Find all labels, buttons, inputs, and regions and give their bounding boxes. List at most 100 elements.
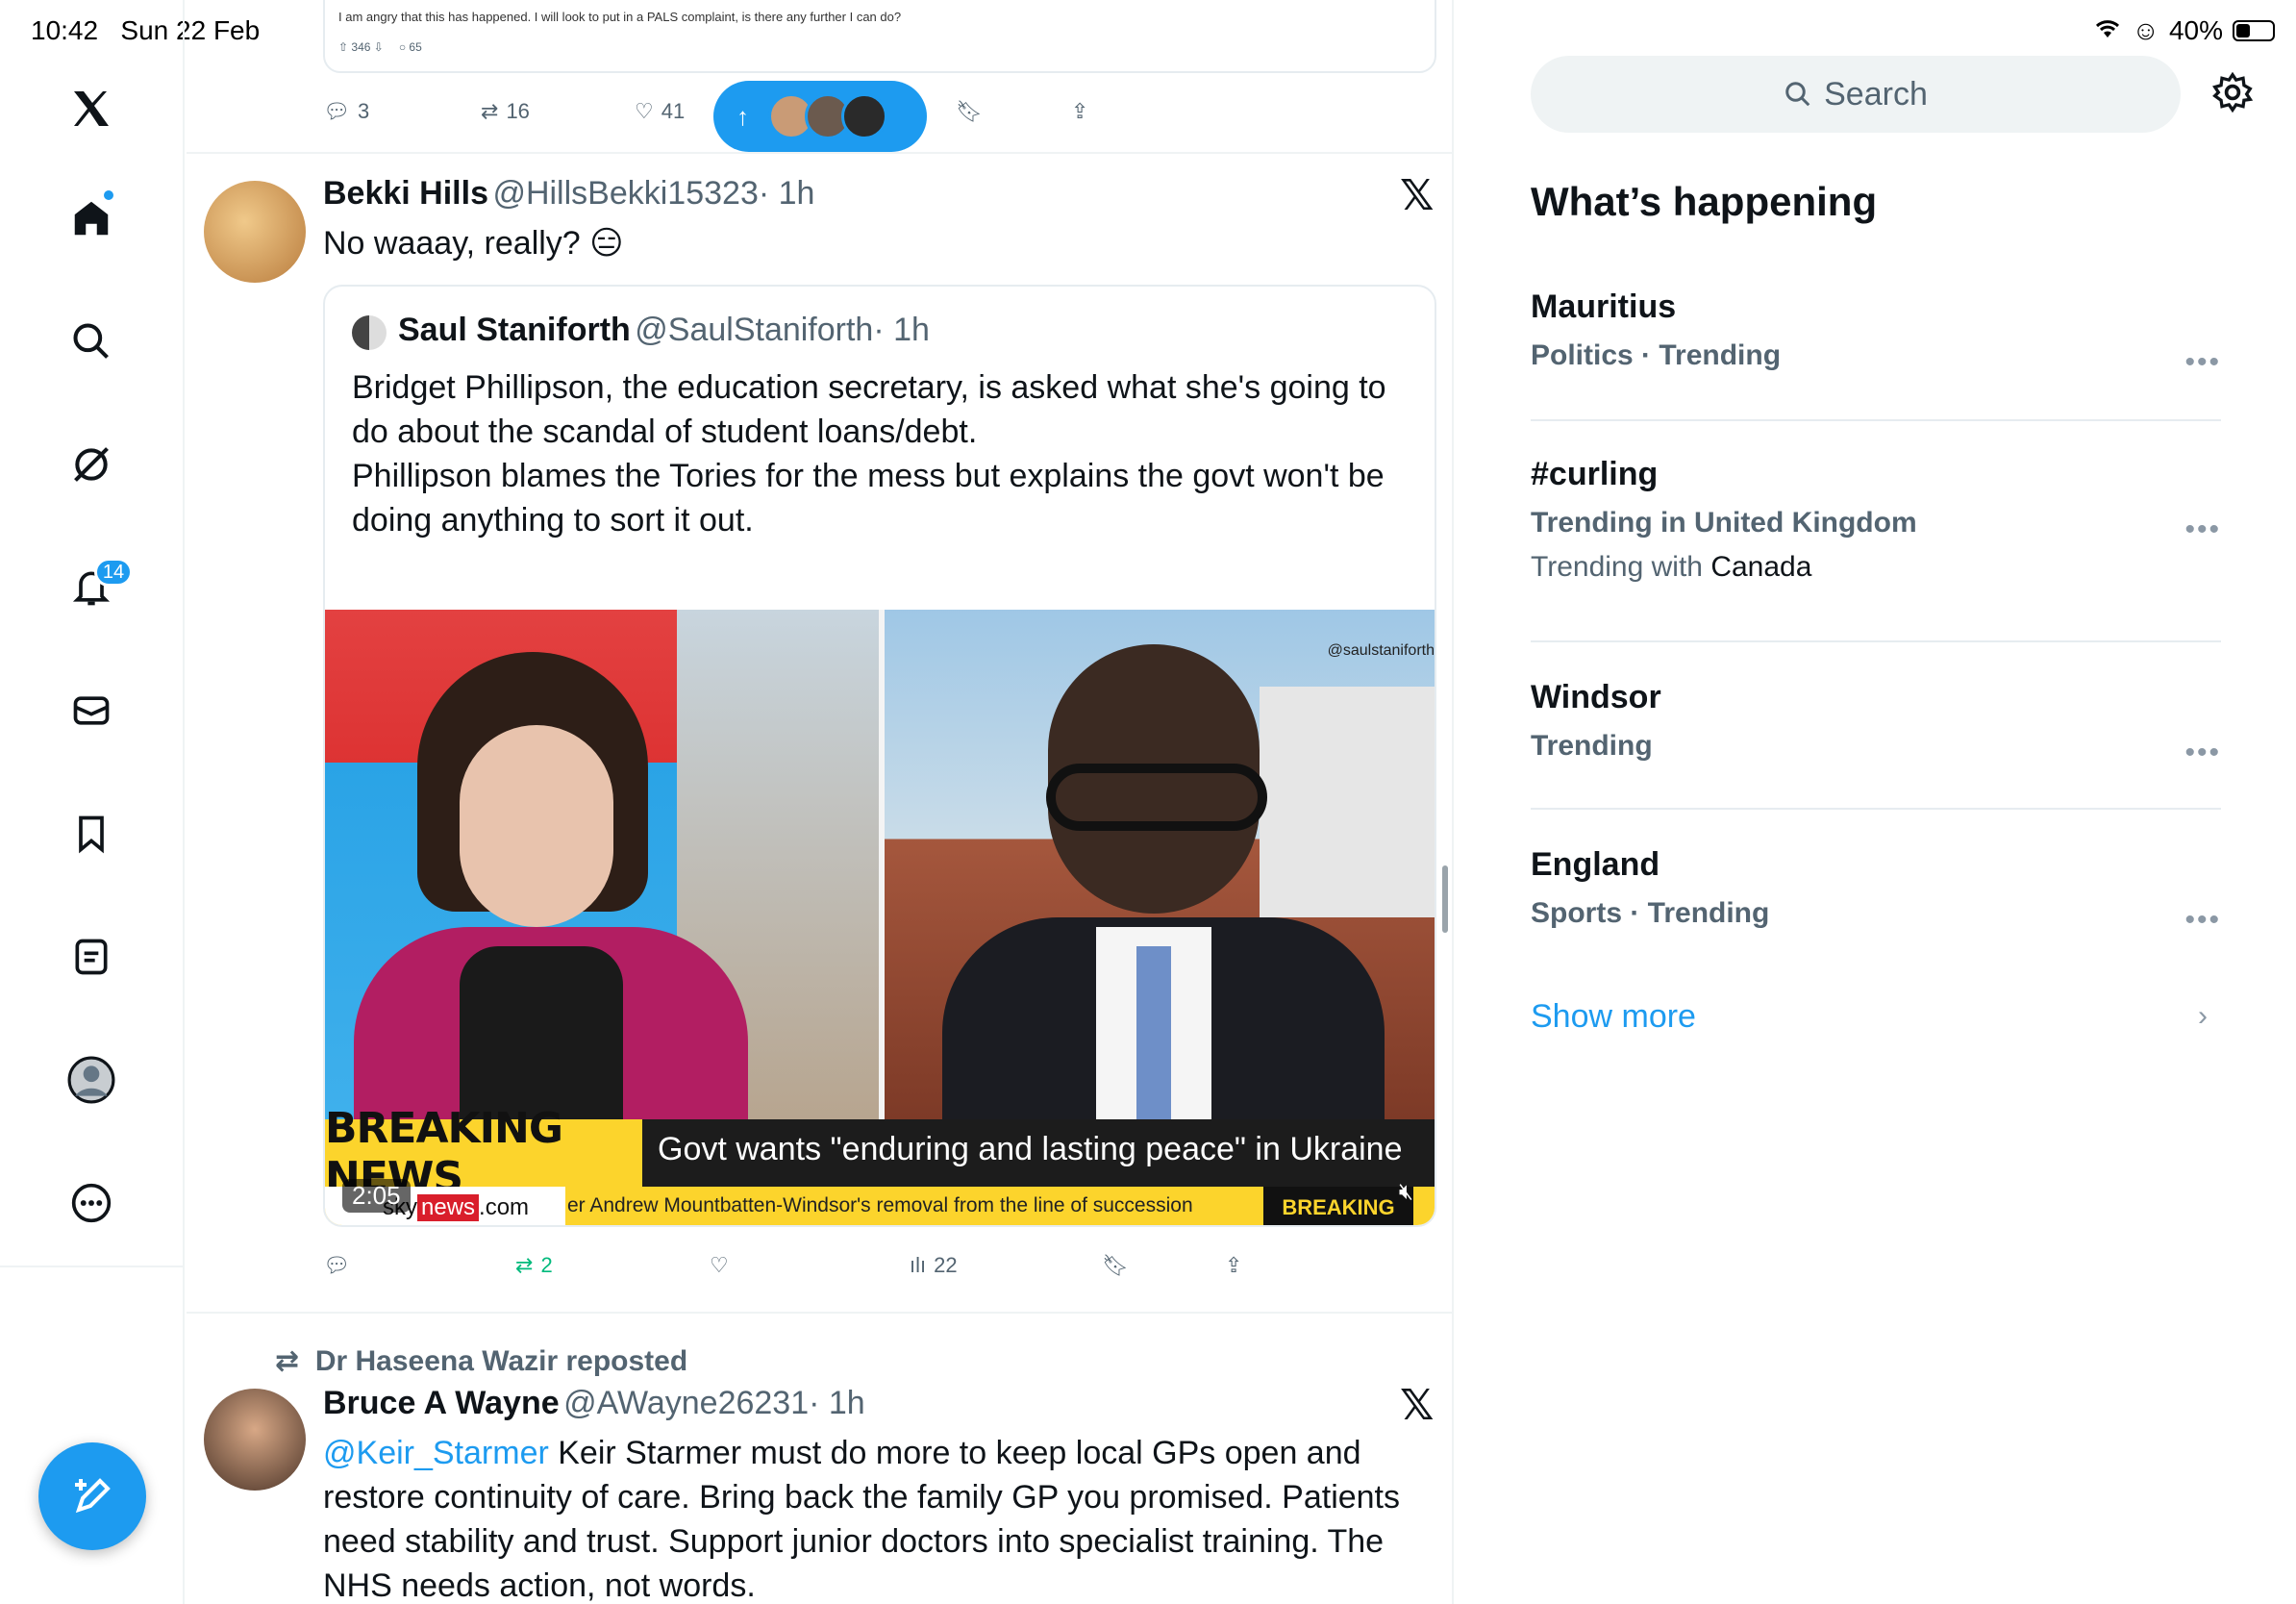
nav-divider: [0, 1266, 185, 1267]
display-name[interactable]: Bruce A Wayne: [323, 1385, 560, 1421]
trend-divider: [1531, 808, 2221, 810]
gear-icon: [2212, 71, 2254, 113]
more-options-icon[interactable]: •••: [2184, 514, 2221, 546]
quoted-tweet[interactable]: Saul Staniforth @SaulStaniforth· 1h Brid…: [323, 285, 1436, 1227]
chevron-right-icon: ›: [2198, 1000, 2208, 1032]
trend-title: Mauritius: [1531, 288, 1677, 325]
repost-label[interactable]: Dr Haseena Wazir reposted: [315, 1345, 687, 1377]
heart-icon: ♡: [635, 99, 654, 123]
video-frame-right: @saulstaniforth: [885, 610, 1435, 1139]
more-options-icon[interactable]: •••: [2184, 737, 2221, 769]
scrollbar[interactable]: [1442, 865, 1448, 933]
grok-icon[interactable]: [67, 440, 115, 489]
trend-meta: Sports · Trending: [1531, 897, 1770, 929]
handle: @SaulStaniforth: [635, 312, 874, 348]
display-name: Saul Staniforth: [398, 312, 631, 348]
wifi-icon: [2093, 15, 2122, 46]
trend-item[interactable]: Windsor Trending •••: [1531, 679, 2221, 768]
show-more-link[interactable]: Show more: [1531, 998, 1696, 1036]
trend-meta: Politics · Trending: [1531, 339, 1782, 371]
repost-icon: ⇄: [515, 1253, 534, 1277]
x-logo-icon: 𝕏: [1400, 172, 1435, 219]
bookmark-button[interactable]: 🔖︎: [956, 99, 983, 124]
quote-paragraph: Bridget Phillipson, the education secret…: [352, 369, 1386, 450]
repost-button[interactable]: ⇄ 16: [481, 99, 530, 124]
share-button[interactable]: ⇪: [1225, 1253, 1242, 1278]
more-options-icon[interactable]: •••: [2184, 346, 2221, 379]
more-options-icon[interactable]: •••: [2184, 904, 2221, 937]
search-icon: [1785, 82, 1810, 107]
status-right: ☺ 40%: [2093, 15, 2275, 46]
search-input[interactable]: Search: [1531, 56, 2181, 133]
left-nav: 14: [0, 0, 185, 1604]
reply-button[interactable]: 💬︎ 3: [323, 99, 369, 124]
lists-icon[interactable]: [67, 933, 115, 981]
repost-button[interactable]: ⇄ 2: [515, 1253, 553, 1278]
breaking-label: BREAKING NEWS: [325, 1104, 642, 1202]
new-posts-pill[interactable]: ↑: [713, 81, 927, 152]
compose-button[interactable]: [38, 1442, 146, 1550]
tweet-text: No waaay, really? 😑: [323, 225, 624, 262]
share-button[interactable]: ⇪: [1071, 99, 1088, 124]
messages-icon[interactable]: [67, 687, 115, 735]
timestamp[interactable]: · 1h: [809, 1385, 865, 1421]
bookmarks-icon[interactable]: [67, 810, 115, 858]
trend-item[interactable]: #curling Trending in United Kingdom Tren…: [1531, 456, 2221, 584]
avatar: [352, 315, 387, 350]
avatar[interactable]: [204, 1389, 306, 1491]
timestamp[interactable]: · 1h: [759, 175, 815, 212]
quote-paragraph: Phillipson blames the Tories for the mes…: [352, 458, 1385, 539]
handle[interactable]: @HillsBekki15323: [492, 175, 758, 212]
battery-percent: 40%: [2168, 15, 2223, 45]
notifications-badge: 14: [94, 558, 133, 587]
trend-item[interactable]: Mauritius Politics · Trending •••: [1531, 288, 2221, 378]
video-frame-left: [325, 610, 879, 1139]
like-button[interactable]: ♡ 41: [635, 99, 685, 124]
settings-button[interactable]: [2211, 71, 2254, 118]
search-icon[interactable]: [67, 317, 115, 365]
repost-icon: ⇄: [275, 1345, 300, 1377]
more-icon[interactable]: [67, 1179, 115, 1227]
tweet-actions: 💬︎ ⇄ 2 ♡ ılı 22 🔖︎ ⇪: [187, 1246, 1452, 1285]
previous-quote-text: I am angry that this has happened. I wil…: [338, 10, 902, 24]
reply-icon: 💬︎: [323, 99, 350, 123]
tweet-divider: [187, 1312, 1452, 1314]
mute-icon[interactable]: 🔇︎: [1399, 1179, 1413, 1206]
trend-title: Windsor: [1531, 679, 1661, 715]
focus-icon: ☺: [2132, 15, 2159, 45]
avatar: [841, 93, 887, 139]
search-placeholder: Search: [1824, 75, 1928, 113]
compose-icon: [75, 1478, 111, 1514]
bookmark-icon: 🔖︎: [956, 99, 983, 123]
video-watermark: @saulstaniforth: [1327, 642, 1435, 659]
news-ticker: skynews.com er Andrew Mountbatten-Windso…: [325, 1187, 1435, 1225]
tweet-divider: [187, 152, 1452, 154]
section-heading: What’s happening: [1531, 179, 1878, 224]
previous-quote-card[interactable]: I am angry that this has happened. I wil…: [323, 0, 1436, 73]
display-name[interactable]: Bekki Hills: [323, 175, 488, 212]
views-button[interactable]: ılı 22: [910, 1253, 958, 1278]
avatar[interactable]: [204, 181, 306, 283]
handle[interactable]: @AWayne26231: [563, 1385, 809, 1421]
tweet-header: Bruce A Wayne @AWayne26231· 1h: [323, 1385, 865, 1422]
video-player[interactable]: @saulstaniforth BREAKING NEWS Govt wants…: [325, 610, 1435, 1225]
mention-link[interactable]: @Keir_Starmer: [323, 1435, 549, 1471]
reply-icon: 💬︎: [323, 1253, 350, 1277]
heart-icon: ♡: [710, 1253, 729, 1277]
share-icon: ⇪: [1225, 1253, 1243, 1277]
trend-meta: Trending in United Kingdom: [1531, 507, 1917, 539]
app-window: 10:42 Sun 22 Feb ☺ 40% 14 I am angry tha…: [0, 0, 2296, 1604]
trend-item[interactable]: England Sports · Trending •••: [1531, 846, 2221, 936]
share-icon: ⇪: [1071, 99, 1089, 123]
battery-icon: [2233, 20, 2275, 41]
trend-title: England: [1531, 846, 1660, 883]
breaking-news-bar: BREAKING NEWS Govt wants "enduring and l…: [325, 1104, 1435, 1202]
profile-icon[interactable]: [67, 1056, 115, 1104]
like-button[interactable]: ♡: [710, 1253, 736, 1278]
x-logo-icon[interactable]: [67, 85, 115, 133]
ticker-text: er Andrew Mountbatten-Windsor's removal …: [567, 1194, 1193, 1216]
reply-button[interactable]: 💬︎: [323, 1253, 358, 1278]
timeline[interactable]: I am angry that this has happened. I wil…: [187, 0, 1454, 1604]
bookmark-button[interactable]: 🔖︎: [1102, 1253, 1129, 1278]
repost-icon: ⇄: [481, 99, 499, 123]
